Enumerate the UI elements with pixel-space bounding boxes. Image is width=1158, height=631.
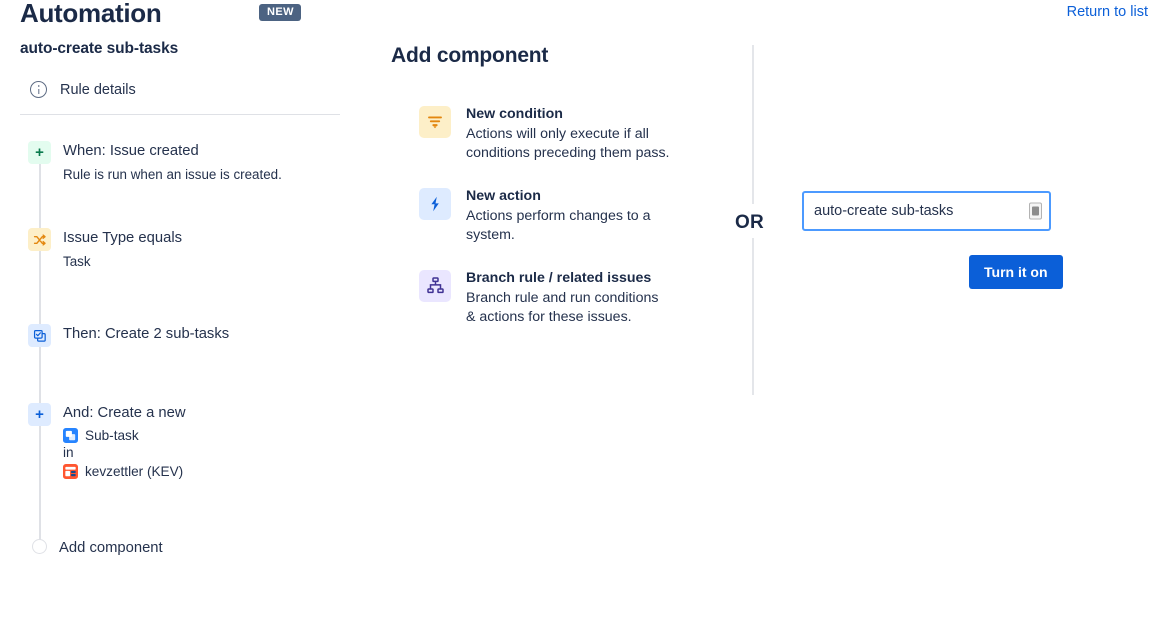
rule-step-subtitle: Rule is run when an issue is created. <box>63 166 282 184</box>
in-connector-label: in <box>63 445 186 460</box>
vertical-divider-bottom <box>752 238 754 395</box>
timeline-rail <box>39 151 41 547</box>
rule-step-trigger[interactable]: + When: Issue created Rule is run when a… <box>0 141 360 184</box>
vertical-divider-top <box>752 45 754 204</box>
return-to-list-link[interactable]: Return to list <box>1067 4 1148 20</box>
or-separator-label: OR <box>735 212 764 234</box>
issue-type-label: Sub-task <box>85 428 139 443</box>
component-description: Actions perform changes to a system. <box>466 207 671 246</box>
filter-funnel-icon <box>419 106 451 138</box>
project-avatar-icon <box>63 464 78 479</box>
rule-step-condition[interactable]: Issue Type equals Task <box>0 228 360 271</box>
plus-icon: + <box>28 403 51 426</box>
project-chip: kevzettler (KEV) <box>63 464 186 479</box>
create-subtasks-icon <box>28 324 51 347</box>
component-name: New action <box>466 188 671 206</box>
new-badge: NEW <box>259 4 301 21</box>
info-circle-icon <box>30 81 47 98</box>
rule-step-create-subtask[interactable]: + And: Create a new Sub-task i <box>0 403 360 479</box>
turn-it-on-button[interactable]: Turn it on <box>969 255 1063 289</box>
component-option-new-condition[interactable]: New condition Actions will only execute … <box>391 106 691 164</box>
save-icon[interactable] <box>1029 203 1042 220</box>
rule-step-subtitle: Task <box>63 253 182 271</box>
add-component-heading: Add component <box>391 44 691 68</box>
automation-rule-builder-page: Automation NEW Return to list auto-creat… <box>0 0 1158 631</box>
rule-step-title: And: Create a new <box>63 404 186 424</box>
condition-shuffle-icon <box>28 228 51 251</box>
branch-hierarchy-icon <box>419 270 451 302</box>
plus-icon: + <box>28 141 51 164</box>
project-label: kevzettler (KEV) <box>85 464 183 479</box>
component-option-branch-rule[interactable]: Branch rule / related issues Branch rule… <box>391 270 691 328</box>
component-name: New condition <box>466 106 671 124</box>
rule-step-title: When: Issue created <box>63 142 282 162</box>
lightning-bolt-icon <box>419 188 451 220</box>
rule-name-input-wrapper <box>802 191 1051 231</box>
rule-step-title: Then: Create 2 sub-tasks <box>63 325 229 345</box>
rule-timeline: + When: Issue created Rule is run when a… <box>0 141 360 559</box>
rule-details-label: Rule details <box>60 82 136 98</box>
component-description: Actions will only execute if all conditi… <box>466 125 671 164</box>
rule-details-item[interactable]: Rule details <box>30 81 360 98</box>
page-title: Automation <box>20 0 161 29</box>
component-list: New condition Actions will only execute … <box>391 106 691 328</box>
sub-task-icon <box>63 428 78 443</box>
rule-step-action[interactable]: Then: Create 2 sub-tasks <box>0 324 360 347</box>
rule-step-title: Add component <box>59 539 163 559</box>
rule-step-add-component[interactable]: Add component <box>0 539 360 559</box>
component-name: Branch rule / related issues <box>466 270 671 288</box>
empty-circle-icon <box>32 539 47 554</box>
component-description: Branch rule and run conditions & actions… <box>466 289 671 328</box>
rule-step-title: Issue Type equals <box>63 229 182 249</box>
section-divider <box>20 114 340 115</box>
rule-name-input[interactable] <box>802 191 1051 231</box>
issue-type-chip: Sub-task <box>63 428 186 443</box>
rule-name-heading: auto-create sub-tasks <box>20 40 360 58</box>
rule-outline-panel: auto-create sub-tasks Rule details + Whe… <box>0 40 360 559</box>
component-option-new-action[interactable]: New action Actions perform changes to a … <box>391 188 691 246</box>
add-component-panel: Add component New condition Actions will… <box>391 44 691 352</box>
